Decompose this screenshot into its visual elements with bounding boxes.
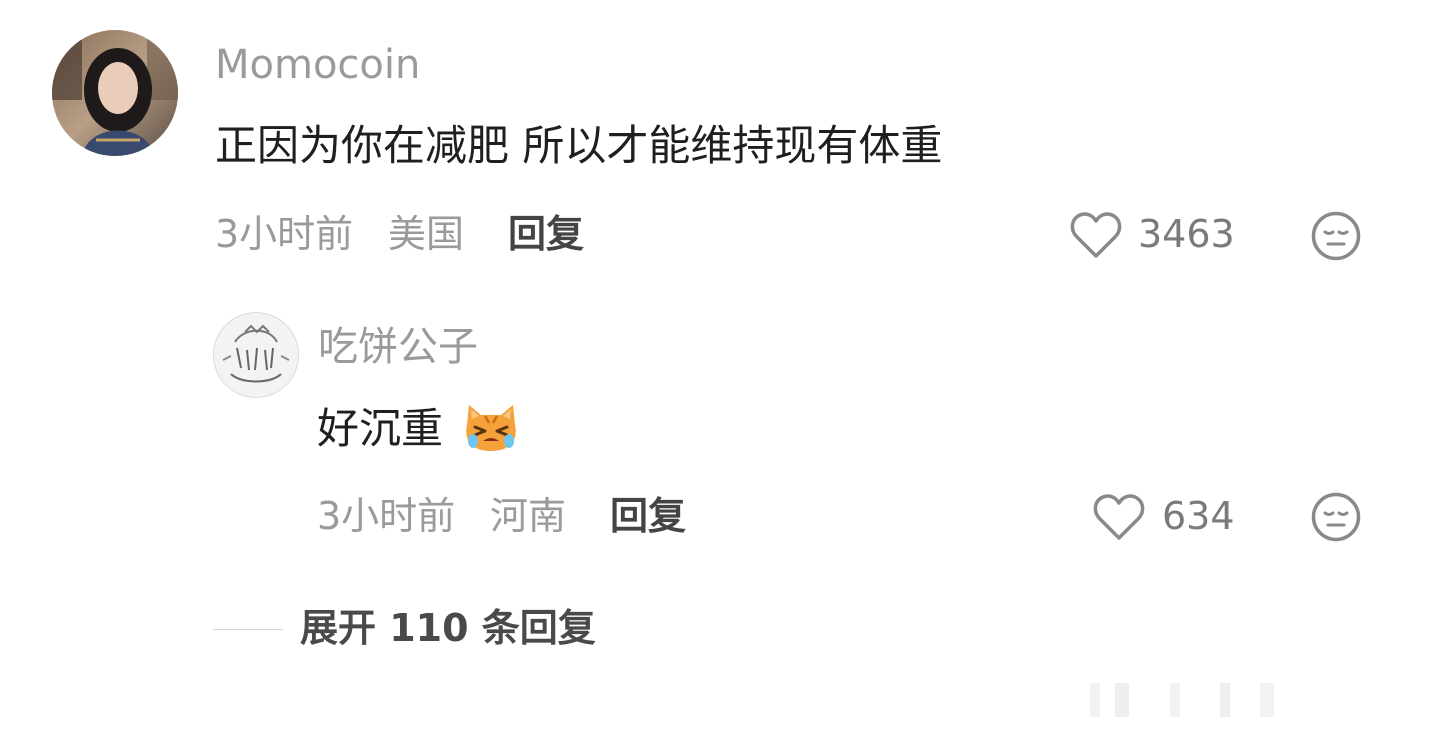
- expand-replies-button[interactable]: 展开 110 条回复: [300, 609, 596, 647]
- comment-like-count: 3463: [1138, 212, 1235, 256]
- heart-outline-icon[interactable]: [1069, 210, 1123, 260]
- comment-time: 3小时前: [215, 212, 354, 256]
- neutral-face-icon[interactable]: [1310, 210, 1362, 262]
- reply-like-count: 634: [1162, 494, 1235, 538]
- heart-outline-icon[interactable]: [1092, 492, 1146, 542]
- comment-text: 正因为你在减肥 所以才能维持现有体重: [215, 121, 943, 170]
- avatar-photo: [52, 30, 178, 156]
- reply-text: 好沉重: [317, 404, 444, 453]
- reply-time: 3小时前: [317, 494, 456, 538]
- watermark: [1060, 675, 1430, 725]
- avatar-sketch: [214, 313, 298, 397]
- reply-reply-button[interactable]: 回复: [610, 497, 686, 535]
- crying-cat-emoji: [466, 405, 516, 451]
- neutral-face-icon[interactable]: [1310, 491, 1362, 543]
- reply-location: 河南: [490, 494, 567, 538]
- expand-divider: [213, 629, 283, 630]
- commenter-avatar[interactable]: [52, 30, 178, 156]
- comment-location: 美国: [388, 212, 465, 256]
- comment-reply-button[interactable]: 回复: [508, 215, 584, 253]
- replier-avatar[interactable]: [213, 312, 299, 398]
- replier-username[interactable]: 吃饼公子: [318, 327, 478, 367]
- commenter-username[interactable]: Momocoin: [215, 45, 420, 85]
